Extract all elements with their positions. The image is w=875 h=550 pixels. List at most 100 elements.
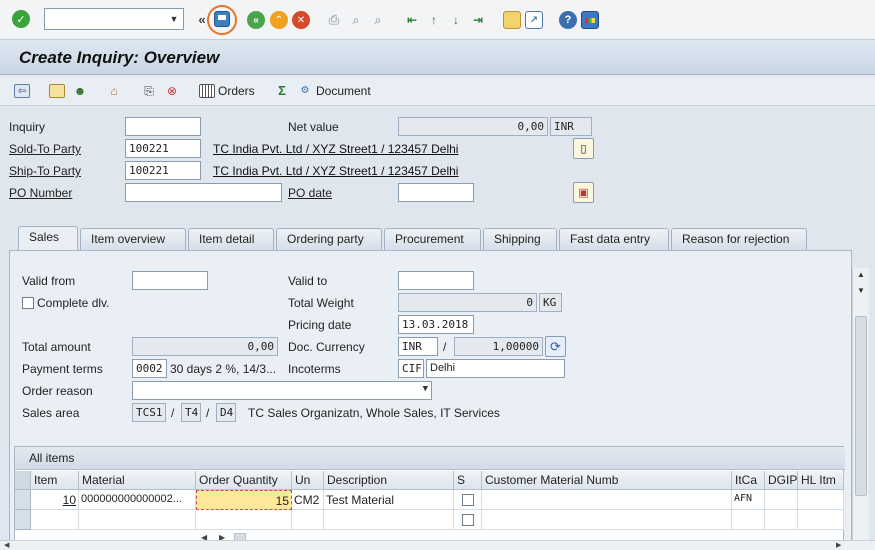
doc-currency-field[interactable]: INR: [398, 337, 438, 356]
cell-item-category[interactable]: [732, 510, 765, 530]
sold-to-party-field[interactable]: 100221: [125, 139, 201, 158]
valid-from-field[interactable]: [132, 271, 208, 290]
column-header-item-category[interactable]: ItCa: [732, 471, 765, 490]
scroll-down-icon[interactable]: ▼: [856, 286, 866, 296]
person-icon[interactable]: ☻: [72, 83, 91, 99]
back-icon[interactable]: «: [247, 11, 265, 29]
pricing-date-field[interactable]: 13.03.2018: [398, 315, 474, 334]
cell-order-quantity[interactable]: 15: [196, 490, 292, 510]
new-session-icon[interactable]: [503, 11, 521, 29]
exit-icon[interactable]: ⌃: [270, 11, 288, 29]
header-details-icon[interactable]: [49, 83, 68, 99]
column-header-order-quantity[interactable]: Order Quantity: [196, 471, 292, 490]
order-reason-label: Order reason: [22, 384, 93, 398]
column-header-customer-material[interactable]: Customer Material Numb: [482, 471, 732, 490]
row-checkbox[interactable]: [462, 514, 474, 526]
tab-fast-data-entry[interactable]: Fast data entry: [559, 228, 669, 250]
tab-procurement[interactable]: Procurement: [384, 228, 481, 250]
cell-order-quantity[interactable]: [196, 510, 292, 530]
cell-hl-item[interactable]: [798, 510, 844, 530]
cell-hl-item[interactable]: [798, 490, 844, 510]
enter-icon[interactable]: ✓: [12, 10, 30, 28]
orders-icon: [199, 84, 215, 98]
find-next-icon[interactable]: ⌕: [369, 11, 387, 29]
ship-to-party-field[interactable]: 100221: [125, 161, 201, 180]
cell-status[interactable]: [454, 490, 482, 510]
cell-material[interactable]: 000000000000002...: [79, 490, 196, 510]
tab-ordering-party[interactable]: Ordering party: [276, 228, 382, 250]
cancel-icon[interactable]: ✕: [292, 11, 310, 29]
scroll-up-icon[interactable]: ▲: [856, 270, 866, 280]
cell-status[interactable]: [454, 510, 482, 530]
delete-icon[interactable]: ⊗: [164, 83, 183, 99]
chevron-down-icon[interactable]: ▼: [167, 12, 181, 26]
cell-description[interactable]: Test Material: [324, 490, 454, 510]
refresh-exchange-rate-icon[interactable]: ⟳: [545, 336, 566, 357]
cell-material[interactable]: [79, 510, 196, 530]
help-icon[interactable]: ?: [559, 11, 577, 29]
order-reason-dropdown[interactable]: ▼: [132, 381, 432, 400]
chevron-down-icon[interactable]: ▼: [423, 384, 428, 394]
customize-layout-icon[interactable]: [581, 11, 599, 29]
panel-scrollbar[interactable]: ▲ ▼: [852, 268, 869, 548]
valid-to-label: Valid to: [288, 274, 328, 288]
complete-delivery-checkbox[interactable]: [22, 297, 34, 309]
next-page-icon[interactable]: ↓: [447, 11, 465, 29]
tab-item-overview[interactable]: Item overview: [80, 228, 186, 250]
incoterms-code[interactable]: CIF: [398, 359, 424, 378]
valid-to-field[interactable]: [398, 271, 474, 290]
cell-item[interactable]: 10: [31, 490, 79, 510]
scroll-right-icon[interactable]: ▶: [836, 541, 841, 549]
tab-shipping[interactable]: Shipping: [483, 228, 557, 250]
cell-unit[interactable]: [292, 510, 324, 530]
po-number-field[interactable]: [125, 183, 282, 202]
document-button[interactable]: ⚙ Document: [297, 83, 371, 99]
column-header-dgip[interactable]: DGIP: [765, 471, 798, 490]
print-icon[interactable]: ⎙: [325, 11, 343, 29]
sum-icon[interactable]: Σ: [274, 83, 293, 99]
tab-reason-for-rejection[interactable]: Reason for rejection: [671, 228, 807, 250]
cell-unit[interactable]: CM2: [292, 490, 324, 510]
scrollbar-thumb[interactable]: [855, 316, 867, 496]
payment-terms-code[interactable]: 0002: [132, 359, 167, 378]
ship-to-party-label: Ship-To Party: [9, 164, 82, 178]
row-selector[interactable]: [15, 490, 31, 510]
scroll-left-icon[interactable]: ◀: [4, 541, 9, 549]
select-all-header[interactable]: [15, 471, 31, 490]
create-with-reference-icon[interactable]: ⎘: [141, 83, 160, 99]
command-field[interactable]: ▼: [44, 8, 184, 30]
page-horizontal-scrollbar[interactable]: ◀ ▶: [0, 540, 875, 550]
cell-customer-material[interactable]: [482, 510, 732, 530]
cell-description[interactable]: [324, 510, 454, 530]
sales-area-separator-2: /: [206, 406, 210, 420]
incoterms-place[interactable]: Delhi: [426, 359, 565, 378]
save-icon[interactable]: [214, 11, 230, 27]
cell-customer-material[interactable]: [482, 490, 732, 510]
last-page-icon[interactable]: ⇥: [469, 11, 487, 29]
column-header-status[interactable]: S: [454, 471, 482, 490]
display-doc-flow-icon[interactable]: ⇦: [14, 83, 33, 99]
cell-dgip[interactable]: [765, 490, 798, 510]
tab-sales[interactable]: Sales: [18, 226, 78, 250]
orders-button[interactable]: Orders: [199, 83, 255, 99]
column-header-unit[interactable]: Un: [292, 471, 324, 490]
tab-item-detail[interactable]: Item detail: [188, 228, 274, 250]
column-header-description[interactable]: Description: [324, 471, 454, 490]
cell-dgip[interactable]: [765, 510, 798, 530]
first-page-icon[interactable]: ⇤: [403, 11, 421, 29]
calendar-icon[interactable]: ▣: [573, 182, 594, 203]
inquiry-field[interactable]: [125, 117, 201, 136]
po-date-field[interactable]: [398, 183, 474, 202]
find-icon[interactable]: ⌕: [347, 11, 365, 29]
previous-page-icon[interactable]: ↑: [425, 11, 443, 29]
column-header-hl-item[interactable]: HL Itm: [798, 471, 844, 490]
home-icon[interactable]: ⌂: [106, 83, 125, 99]
cell-item[interactable]: [31, 510, 79, 530]
shortcut-icon[interactable]: ↗: [525, 11, 543, 29]
row-checkbox[interactable]: [462, 494, 474, 506]
document-new-icon[interactable]: ▯: [573, 138, 594, 159]
column-header-material[interactable]: Material: [79, 471, 196, 490]
column-header-item[interactable]: Item: [31, 471, 79, 490]
row-selector[interactable]: [15, 510, 31, 530]
cell-item-category[interactable]: AFN: [732, 490, 765, 510]
